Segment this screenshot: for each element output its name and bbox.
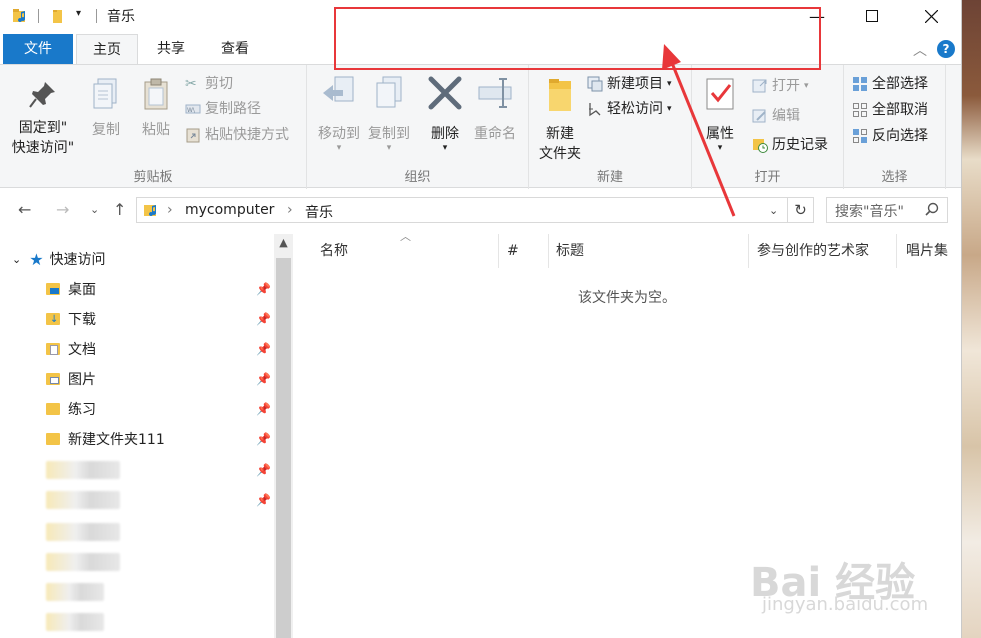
desktop-background <box>962 0 981 638</box>
annotation-arrow <box>662 44 736 217</box>
file-explorer-window: ▾ 音乐 — 文件 主页 共享 查看 ︿ ? 固定到" 快速访问" 复制 粘贴 … <box>0 0 962 638</box>
